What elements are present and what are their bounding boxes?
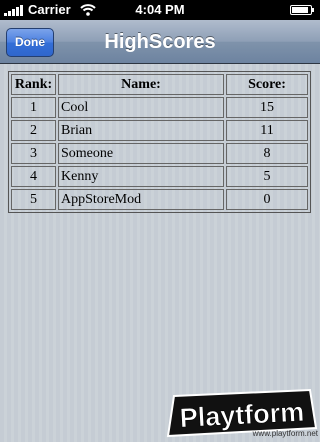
page-title: HighScores bbox=[104, 31, 216, 53]
rank-column-header: Rank: bbox=[11, 74, 56, 95]
name-cell: Kenny bbox=[58, 166, 224, 187]
score-column-header: Score: bbox=[226, 74, 308, 95]
done-button[interactable]: Done bbox=[6, 28, 54, 57]
table-header-row: Rank: Name: Score: bbox=[11, 74, 308, 95]
name-cell: Brian bbox=[58, 120, 224, 141]
name-column-header: Name: bbox=[58, 74, 224, 95]
score-cell: 8 bbox=[226, 143, 308, 164]
battery-icon bbox=[290, 5, 312, 15]
score-cell: 15 bbox=[226, 97, 308, 118]
table-row: 2 Brian 11 bbox=[11, 120, 308, 141]
score-cell: 0 bbox=[226, 189, 308, 210]
table-row: 1 Cool 15 bbox=[11, 97, 308, 118]
battery-level bbox=[292, 7, 308, 13]
rank-cell: 1 bbox=[11, 97, 56, 118]
table-row: 5 AppStoreMod 0 bbox=[11, 189, 308, 210]
watermark-url: www.playtform.net bbox=[252, 429, 318, 438]
rank-cell: 4 bbox=[11, 166, 56, 187]
status-time: 4:04 PM bbox=[135, 2, 185, 17]
navigation-bar: Done HighScores bbox=[0, 20, 320, 64]
name-cell: Someone bbox=[58, 143, 224, 164]
rank-cell: 2 bbox=[11, 120, 56, 141]
score-cell: 11 bbox=[226, 120, 308, 141]
highscores-table: Rank: Name: Score: 1 Cool 15 2 Brian 11 … bbox=[8, 71, 311, 213]
table-row: 4 Kenny 5 bbox=[11, 166, 308, 187]
name-cell: AppStoreMod bbox=[58, 189, 224, 210]
rank-cell: 3 bbox=[11, 143, 56, 164]
status-bar: Carrier 4:04 PM bbox=[0, 0, 320, 20]
rank-cell: 5 bbox=[11, 189, 56, 210]
score-cell: 5 bbox=[226, 166, 308, 187]
table-row: 3 Someone 8 bbox=[11, 143, 308, 164]
name-cell: Cool bbox=[58, 97, 224, 118]
